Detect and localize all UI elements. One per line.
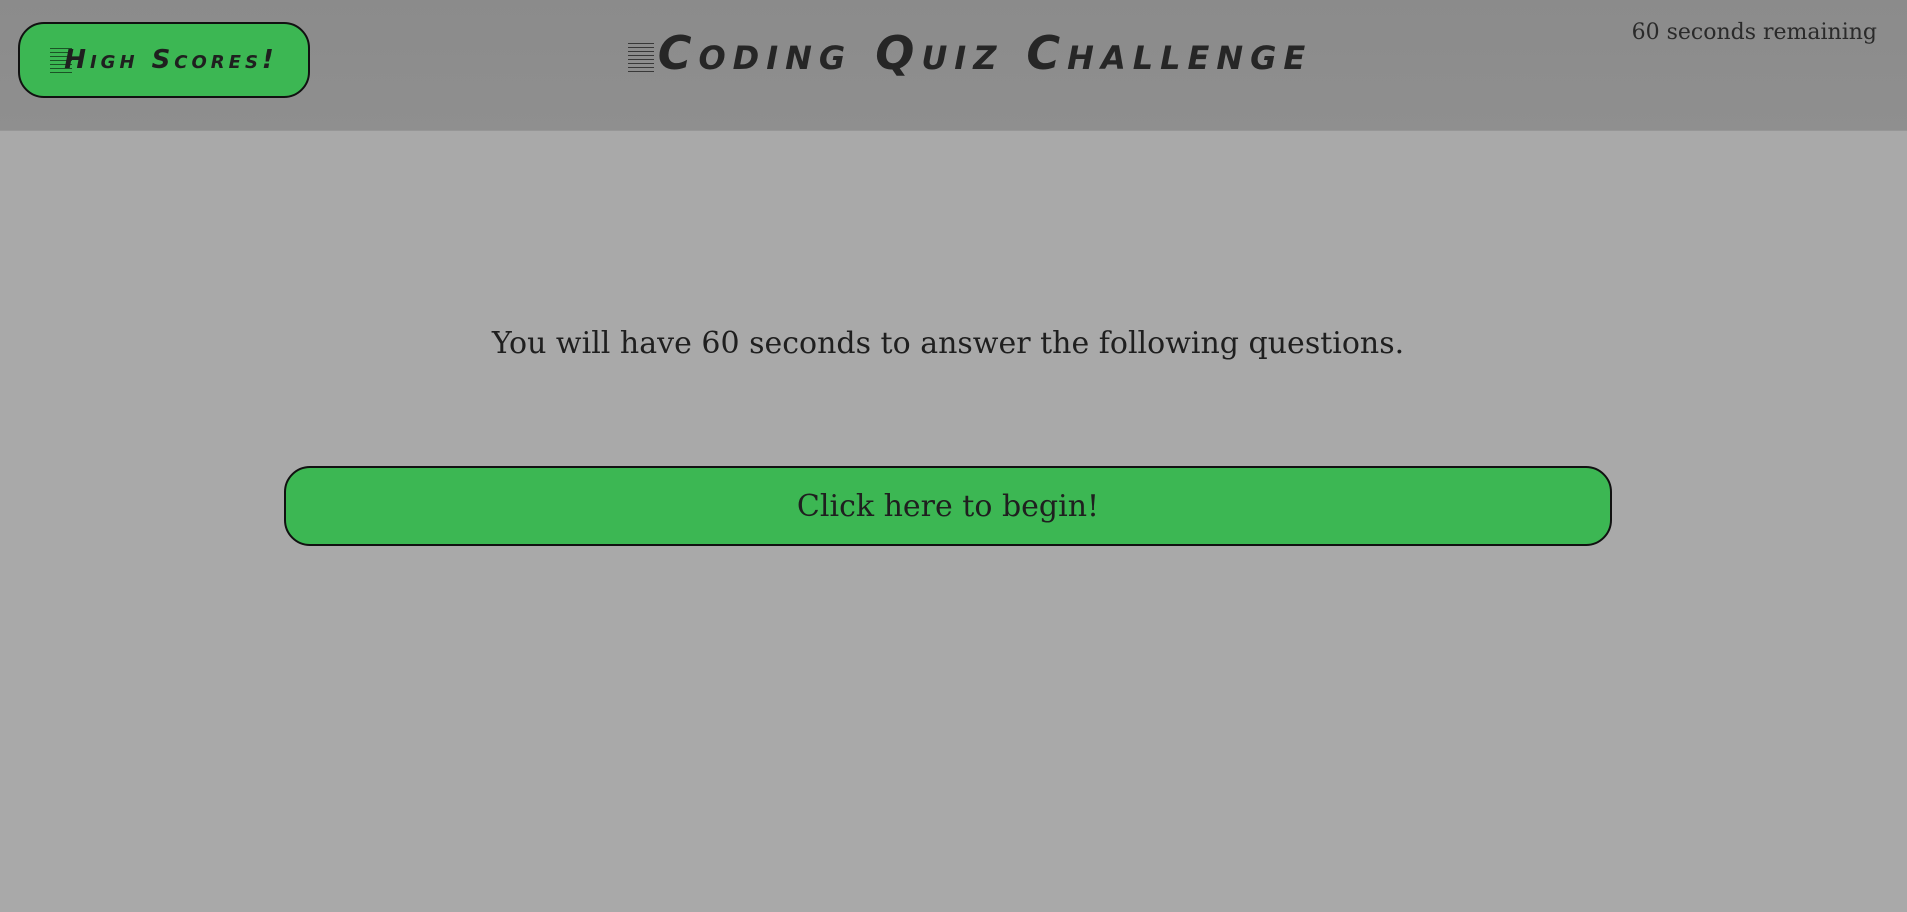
start-quiz-button[interactable]: Click here to begin! [284,466,1612,546]
page-title: Coding Quiz Challenge [620,26,1320,80]
high-scores-label: High Scores! [50,45,278,75]
speed-lines-icon [627,39,654,74]
high-scores-button[interactable]: High Scores! [18,22,310,98]
timer-text: 60 seconds remaining [1631,20,1877,45]
page-title-text: Coding Quiz Challenge [657,26,1313,80]
page-header: High Scores! Coding Quiz Challenge 60 se… [0,0,1907,131]
intro-text: You will have 60 seconds to answer the f… [491,326,1405,361]
